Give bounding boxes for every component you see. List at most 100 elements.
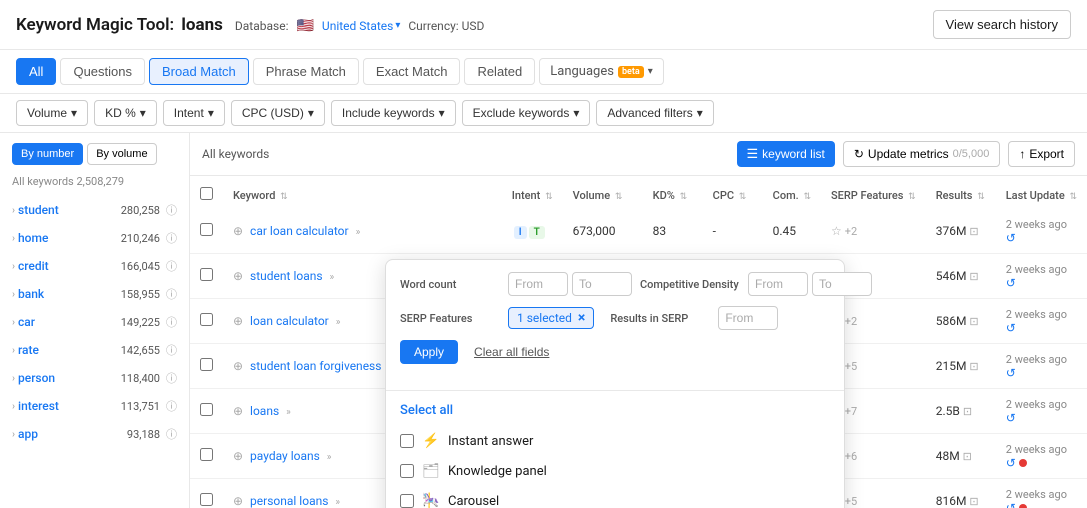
word-count-to[interactable] [572, 272, 632, 296]
sidebar-item-person[interactable]: › person 118,400 ⓘ [0, 364, 189, 392]
col-last-update: Last Update ⇅ [996, 179, 1087, 212]
serp-item-label: Instant answer [448, 434, 533, 449]
advanced-filters-button[interactable]: Advanced filters ▾ [596, 100, 713, 126]
results-in-serp-range [718, 306, 778, 330]
db-link[interactable]: United States ▾ [322, 19, 400, 33]
add-icon: ⊕ [233, 404, 243, 418]
select-all-checkbox[interactable] [200, 187, 213, 200]
keyword-link[interactable]: loans [250, 404, 279, 418]
results-cell: 816M ⊡ [926, 479, 996, 508]
add-icon: ⊕ [233, 449, 243, 463]
refresh-icon[interactable]: ↺ [1006, 411, 1016, 425]
keyword-link[interactable]: car loan calculator [250, 224, 349, 238]
row-checkbox-cell [190, 254, 223, 299]
results-cell: 376M ⊡ [926, 209, 996, 254]
last-update-cell: 2 weeks ago ↺ [996, 299, 1087, 344]
cpc-filter[interactable]: CPC (USD) ▾ [231, 100, 325, 126]
row-checkbox-cell [190, 434, 223, 479]
keyword-link[interactable]: loan calculator [250, 314, 329, 328]
keyword-link[interactable]: student loans [250, 269, 323, 283]
tab-exact-match[interactable]: Exact Match [363, 58, 461, 85]
sort-by-number-button[interactable]: By number [12, 143, 83, 165]
volume-filter[interactable]: Volume ▾ [16, 100, 88, 126]
serp-checkbox-carousel[interactable] [400, 494, 414, 508]
refresh-icon[interactable]: ↺ [1006, 456, 1016, 470]
tab-broad-match[interactable]: Broad Match [149, 58, 249, 85]
sidebar-item-bank[interactable]: › bank 158,955 ⓘ [0, 280, 189, 308]
row-checkbox[interactable] [200, 403, 213, 416]
com-cell: 0.45 [763, 209, 821, 254]
ago-text: 2 weeks ago [1006, 488, 1067, 501]
last-update-cell: 2 weeks ago ↺ [996, 209, 1087, 254]
tab-phrase-match[interactable]: Phrase Match [253, 58, 359, 85]
sidebar-item-student[interactable]: › student 280,258 ⓘ [0, 196, 189, 224]
clear-all-button[interactable]: Clear all fields [466, 340, 557, 364]
row-checkbox[interactable] [200, 358, 213, 371]
sidebar-chevron: › [12, 289, 15, 300]
row-checkbox[interactable] [200, 268, 213, 281]
popup-action-row: Apply Clear all fields [400, 340, 830, 364]
serp-item-instant_answer[interactable]: ⚡ Instant answer [386, 426, 844, 456]
ago-text: 2 weeks ago [1006, 308, 1067, 321]
drill-down-icon: » [327, 452, 332, 463]
col-keyword: Keyword ⇅ [223, 179, 502, 212]
keyword-list-button[interactable]: ☰ keyword list [737, 141, 835, 167]
serp-checkbox-knowledge_panel[interactable] [400, 464, 414, 478]
sort-by-volume-button[interactable]: By volume [87, 143, 156, 165]
clear-selection-button[interactable]: × [578, 311, 585, 325]
refresh-icon[interactable]: ↺ [1006, 366, 1016, 380]
row-checkbox[interactable] [200, 223, 213, 236]
apply-button[interactable]: Apply [400, 340, 458, 364]
refresh-icon[interactable]: ↺ [1006, 276, 1016, 290]
results-serp-from[interactable] [718, 306, 778, 330]
serp-checkbox-instant_answer[interactable] [400, 434, 414, 448]
keyword-link[interactable]: personal loans [250, 494, 328, 508]
sidebar-item-rate[interactable]: › rate 142,655 ⓘ [0, 336, 189, 364]
word-count-from[interactable] [508, 272, 568, 296]
tab-questions[interactable]: Questions [60, 58, 145, 85]
col-serp-features: SERP Features ⇅ [821, 179, 926, 212]
info-icon: ⓘ [166, 426, 177, 442]
view-history-button[interactable]: View search history [933, 10, 1071, 39]
export-button[interactable]: ↑ Export [1008, 141, 1075, 167]
row-checkbox[interactable] [200, 493, 213, 506]
comp-density-to[interactable] [812, 272, 872, 296]
intent-filter[interactable]: Intent ▾ [163, 100, 225, 126]
last-update-cell: 2 weeks ago ↺ [996, 479, 1087, 508]
sidebar-item-car[interactable]: › car 149,225 ⓘ [0, 308, 189, 336]
include-keywords-filter[interactable]: Include keywords ▾ [331, 100, 456, 126]
sidebar-items-list: › student 280,258 ⓘ › home 210,246 ⓘ › c… [0, 196, 189, 448]
last-update-cell: 2 weeks ago ↺ [996, 434, 1087, 479]
kd-filter[interactable]: KD % ▾ [94, 100, 157, 126]
sidebar-item-interest[interactable]: › interest 113,751 ⓘ [0, 392, 189, 420]
row-checkbox[interactable] [200, 448, 213, 461]
refresh-icon[interactable]: ↺ [1006, 231, 1016, 245]
exclude-keywords-filter[interactable]: Exclude keywords ▾ [462, 100, 591, 126]
info-icon: ⓘ [166, 398, 177, 414]
sidebar-item-home[interactable]: › home 210,246 ⓘ [0, 224, 189, 252]
serp-item-knowledge_panel[interactable]: 🗂 Knowledge panel [386, 456, 844, 486]
row-checkbox-cell [190, 299, 223, 344]
sidebar-item-app[interactable]: › app 93,188 ⓘ [0, 420, 189, 448]
add-icon: ⊕ [233, 494, 243, 508]
update-metrics-button[interactable]: ↻ Update metrics 0/5,000 [843, 141, 1000, 167]
serp-item-icon: ⚡ [422, 433, 440, 449]
comp-density-from[interactable] [748, 272, 808, 296]
row-checkbox[interactable] [200, 313, 213, 326]
keyword-link[interactable]: student loan forgiveness [250, 359, 381, 373]
sidebar-item-credit[interactable]: › credit 166,045 ⓘ [0, 252, 189, 280]
sidebar-chevron: › [12, 317, 15, 328]
tab-related[interactable]: Related [464, 58, 535, 85]
row-checkbox-cell [190, 209, 223, 254]
sidebar-chevron: › [12, 205, 15, 216]
select-all-link[interactable]: Select all [386, 395, 844, 426]
info-icon: ⓘ [166, 202, 177, 218]
sidebar-chevron: › [12, 261, 15, 272]
tab-all[interactable]: All [16, 58, 56, 85]
keyword-link[interactable]: payday loans [250, 449, 320, 463]
tab-languages[interactable]: Languages beta ▾ [539, 58, 664, 85]
results-cell: 546M ⊡ [926, 254, 996, 299]
serp-features-popup[interactable]: Word count Competitive Density SERP Feat… [385, 259, 845, 508]
refresh-icon[interactable]: ↺ [1006, 321, 1016, 335]
tabs-row: All Questions Broad Match Phrase Match E… [0, 50, 1087, 94]
